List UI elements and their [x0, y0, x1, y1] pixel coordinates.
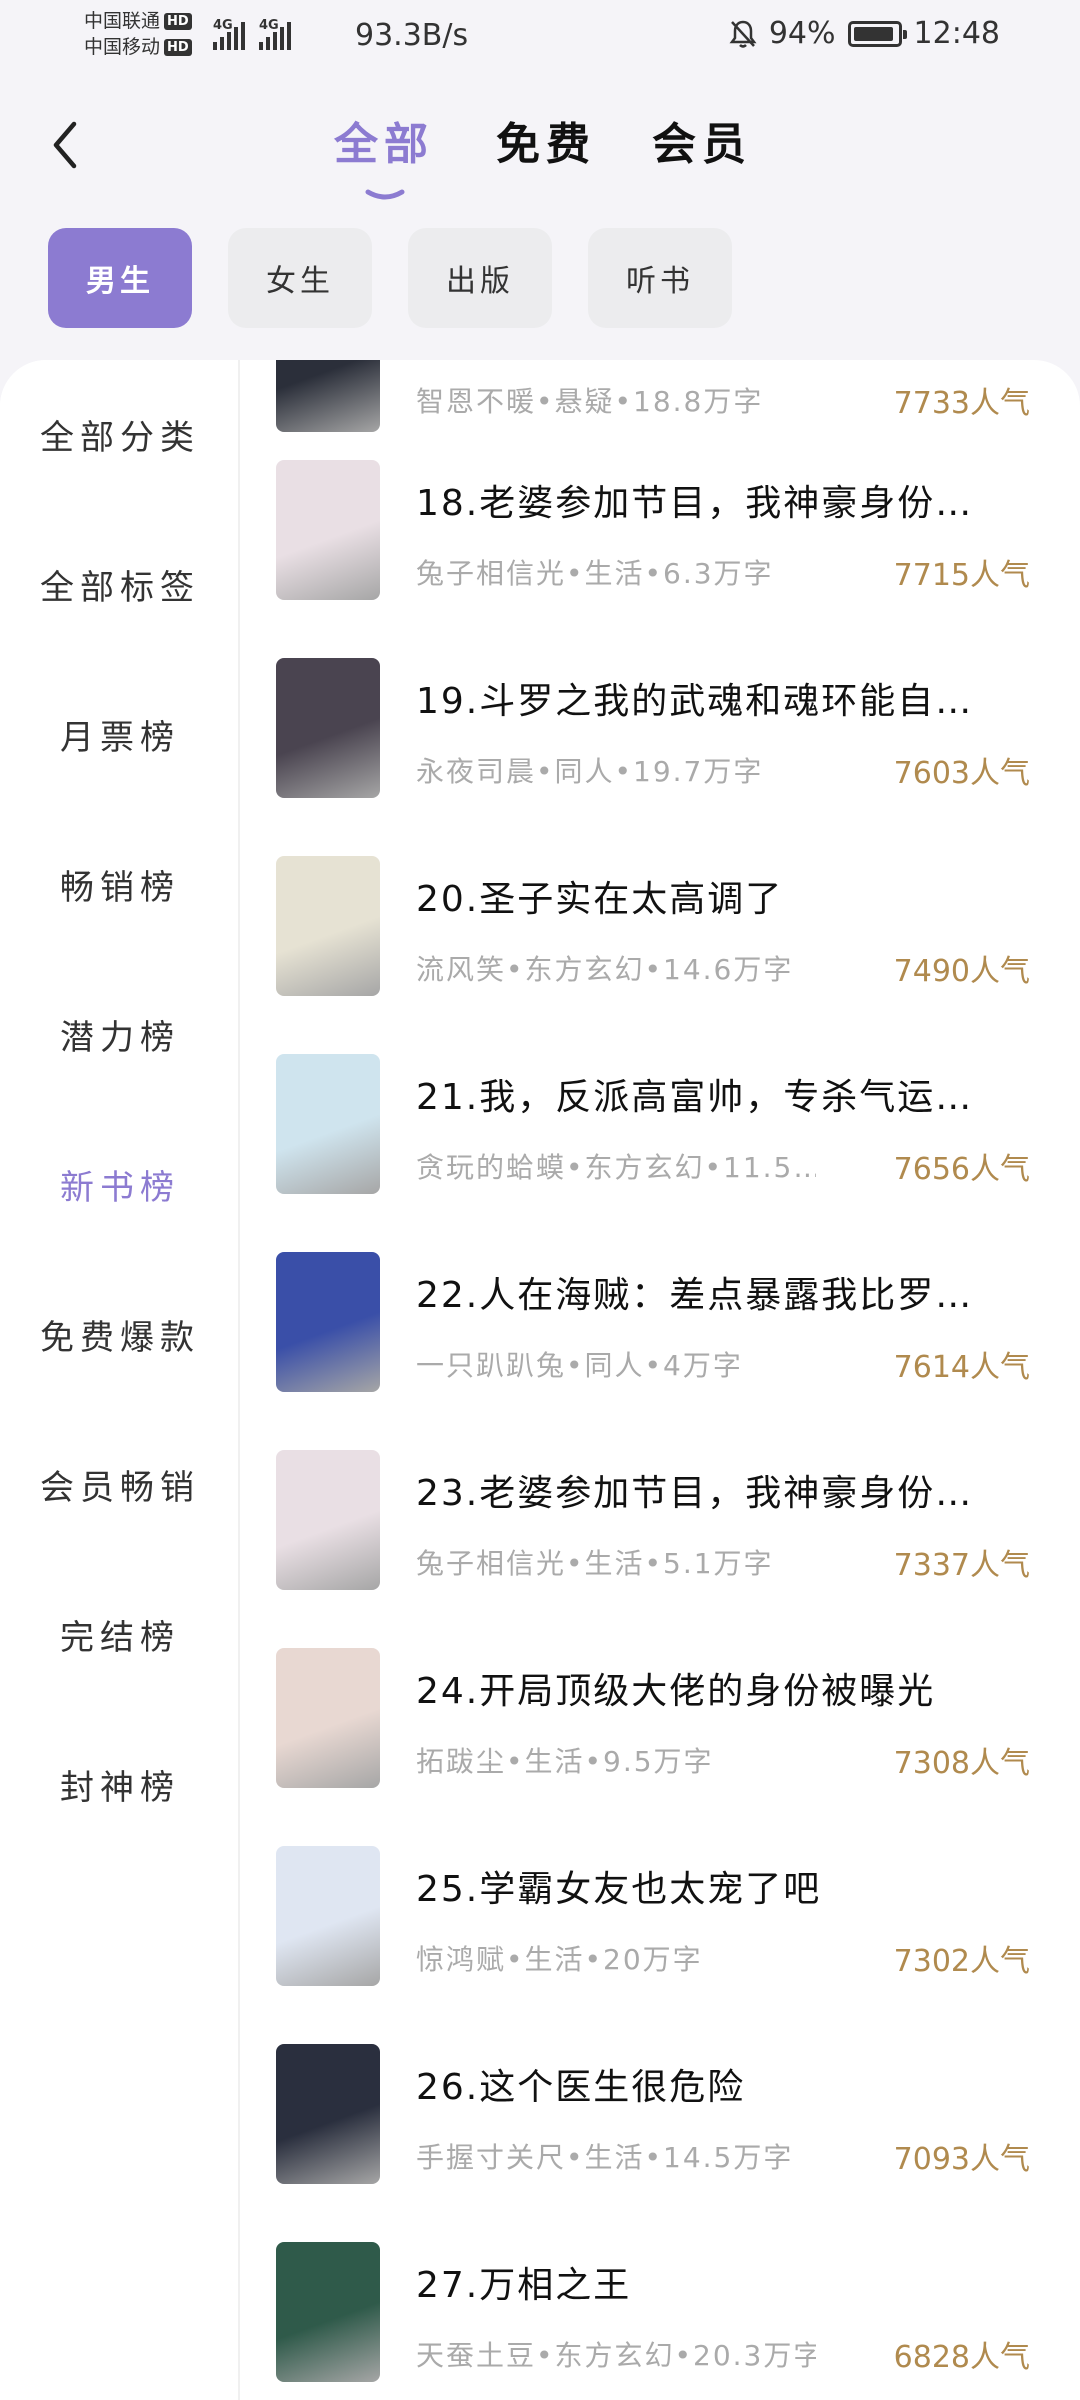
book-popularity: 7603人气 — [893, 756, 1030, 791]
status-bar: 中国联通 HD 中国移动 HD 4G 4G 93.3B/s 94% 12:48 — [0, 0, 1080, 70]
chip-publish[interactable]: 出版 — [408, 228, 552, 328]
sidebar-item-all-categories[interactable]: 全部分类 — [0, 410, 240, 459]
book-item[interactable]: 23.老婆参加节目，我神豪身份… 兔子相信光•生活•5.1万字 7337人气 — [240, 1450, 1080, 1648]
book-title: 25.学霸女友也太宠了吧 — [416, 1869, 822, 1910]
book-item[interactable]: 27.万相之王 天蚕土豆•东方玄幻•20.3万字 6828人气 — [240, 2242, 1080, 2400]
book-meta: 兔子相信光•生活•6.3万字 — [416, 557, 774, 590]
signal-icon: 4G — [213, 18, 245, 50]
book-meta: 贪玩的蛤蟆•东方玄幻•11.5… — [416, 1151, 816, 1184]
net-speed: 93.3B/s — [355, 18, 469, 53]
category-sidebar: 全部分类 全部标签 月票榜 畅销榜 潜力榜 新书榜 免费爆款 会员畅销 完结榜 … — [0, 360, 240, 2400]
book-list: 智恩不暖•悬疑•18.8万字 7733人气 18.老婆参加节目，我神豪身份… 兔… — [240, 360, 1080, 2400]
book-item[interactable]: 26.这个医生很危险 手握寸关尺•生活•14.5万字 7093人气 — [240, 2044, 1080, 2242]
chip-female[interactable]: 女生 — [228, 228, 372, 328]
book-cover — [276, 1648, 380, 1788]
book-cover — [276, 2044, 380, 2184]
book-title: 22.人在海贼：差点暴露我比罗… — [416, 1275, 974, 1316]
book-title: 27.万相之王 — [416, 2265, 632, 2306]
signal-icon: 4G — [259, 18, 291, 50]
book-meta: 流风笑•东方玄幻•14.6万字 — [416, 953, 794, 986]
book-meta: 天蚕土豆•东方玄幻•20.3万字 — [416, 2339, 816, 2372]
tab-member[interactable]: 会员 — [652, 108, 752, 172]
tab-active-indicator — [365, 189, 405, 200]
content-panel: 全部分类 全部标签 月票榜 畅销榜 潜力榜 新书榜 免费爆款 会员畅销 完结榜 … — [0, 360, 1080, 2400]
book-popularity: 7490人气 — [893, 954, 1030, 989]
book-popularity: 7308人气 — [893, 1746, 1030, 1781]
book-popularity: 7715人气 — [893, 558, 1030, 593]
sidebar-item-completed[interactable]: 完结榜 — [0, 1610, 240, 1659]
book-item[interactable]: 智恩不暖•悬疑•18.8万字 7733人气 — [240, 360, 1080, 460]
battery-icon — [847, 20, 907, 47]
book-title: 21.我，反派高富帅，专杀气运… — [416, 1077, 974, 1118]
book-cover — [276, 360, 380, 432]
book-cover — [276, 658, 380, 798]
book-meta: 拓跋尘•生活•9.5万字 — [416, 1745, 714, 1778]
carrier-2: 中国移动 — [84, 36, 161, 58]
hd-badge: HD — [164, 38, 192, 56]
book-title: 18.老婆参加节目，我神豪身份… — [416, 483, 974, 524]
mute-bell-icon — [729, 20, 757, 48]
tab-all[interactable]: 全部 — [334, 108, 434, 172]
book-popularity: 7093人气 — [893, 2142, 1030, 2177]
book-item[interactable]: 25.学霸女友也太宠了吧 惊鸿赋•生活•20万字 7302人气 — [240, 1846, 1080, 2044]
book-popularity: 7337人气 — [893, 1548, 1030, 1583]
sidebar-item-potential[interactable]: 潜力榜 — [0, 1010, 240, 1059]
book-cover — [276, 1846, 380, 1986]
book-cover — [276, 1252, 380, 1392]
clock: 12:48 — [913, 16, 1000, 51]
carrier-1: 中国联通 — [84, 10, 161, 32]
signal-icons: 4G 4G — [213, 18, 291, 50]
book-popularity: 7656人气 — [893, 1152, 1030, 1187]
battery-percent: 94% — [768, 16, 836, 51]
hd-badge: HD — [164, 12, 192, 30]
book-item[interactable]: 19.斗罗之我的武魂和魂环能自… 永夜司晨•同人•19.7万字 7603人气 — [240, 658, 1080, 856]
sidebar-item-free-hits[interactable]: 免费爆款 — [0, 1310, 240, 1359]
book-title: 20.圣子实在太高调了 — [416, 879, 784, 920]
book-cover — [276, 856, 380, 996]
book-popularity: 7733人气 — [893, 386, 1030, 421]
book-popularity: 6828人气 — [893, 2340, 1030, 2375]
carrier-info: 中国联通 HD 中国移动 HD — [84, 8, 192, 60]
book-cover — [276, 2242, 380, 2382]
sidebar-item-legendary[interactable]: 封神榜 — [0, 1760, 240, 1809]
book-meta: 一只趴趴兔•同人•4万字 — [416, 1349, 743, 1382]
chip-male[interactable]: 男生 — [48, 228, 192, 328]
chip-audiobook[interactable]: 听书 — [588, 228, 732, 328]
book-meta: 兔子相信光•生活•5.1万字 — [416, 1547, 774, 1580]
book-meta: 智恩不暖•悬疑•18.8万字 — [416, 385, 764, 418]
sidebar-item-new-books[interactable]: 新书榜 — [0, 1160, 240, 1209]
tab-free[interactable]: 免费 — [496, 108, 596, 172]
sidebar-item-all-tags[interactable]: 全部标签 — [0, 560, 240, 609]
book-item[interactable]: 21.我，反派高富帅，专杀气运… 贪玩的蛤蟆•东方玄幻•11.5… 7656人气 — [240, 1054, 1080, 1252]
book-title: 26.这个医生很危险 — [416, 2067, 746, 2108]
book-popularity: 7614人气 — [893, 1350, 1030, 1385]
book-meta: 惊鸿赋•生活•20万字 — [416, 1943, 703, 1976]
book-title: 23.老婆参加节目，我神豪身份… — [416, 1473, 974, 1514]
book-cover — [276, 460, 380, 600]
book-cover — [276, 1450, 380, 1590]
book-item[interactable]: 22.人在海贼：差点暴露我比罗… 一只趴趴兔•同人•4万字 7614人气 — [240, 1252, 1080, 1450]
book-item[interactable]: 24.开局顶级大佬的身份被曝光 拓跋尘•生活•9.5万字 7308人气 — [240, 1648, 1080, 1846]
book-meta: 手握寸关尺•生活•14.5万字 — [416, 2141, 794, 2174]
top-tabs: 全部 免费 会员 — [0, 108, 1080, 200]
book-title: 24.开局顶级大佬的身份被曝光 — [416, 1671, 936, 1712]
book-meta: 永夜司晨•同人•19.7万字 — [416, 755, 764, 788]
book-item[interactable]: 20.圣子实在太高调了 流风笑•东方玄幻•14.6万字 7490人气 — [240, 856, 1080, 1054]
book-title: 19.斗罗之我的武魂和魂环能自… — [416, 681, 974, 722]
sidebar-item-member-bestseller[interactable]: 会员畅销 — [0, 1460, 240, 1509]
sidebar-item-monthly-ticket[interactable]: 月票榜 — [0, 710, 240, 759]
book-item[interactable]: 18.老婆参加节目，我神豪身份… 兔子相信光•生活•6.3万字 7715人气 — [240, 460, 1080, 658]
sidebar-item-bestseller[interactable]: 畅销榜 — [0, 860, 240, 909]
book-cover — [276, 1054, 380, 1194]
status-right: 94% 12:48 — [729, 16, 1000, 51]
book-popularity: 7302人气 — [893, 1944, 1030, 1979]
